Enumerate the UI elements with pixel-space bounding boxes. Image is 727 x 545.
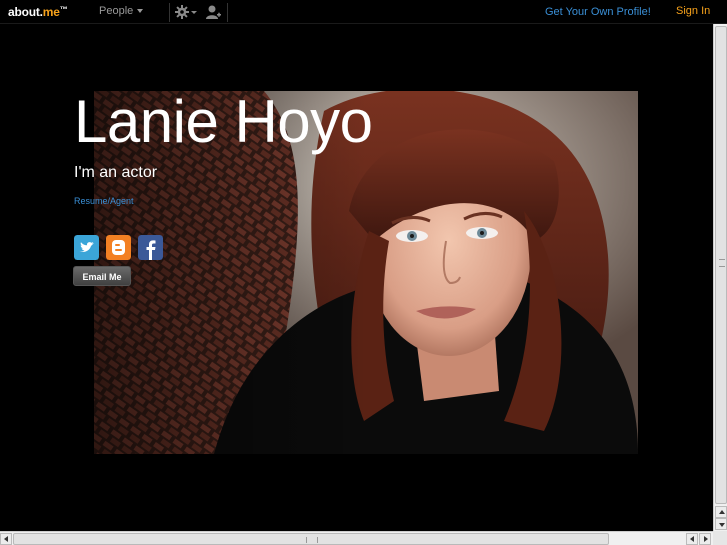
arrow-left-icon xyxy=(690,536,694,542)
scroll-left-button-secondary[interactable] xyxy=(686,533,698,545)
vertical-scrollbar[interactable] xyxy=(713,24,727,531)
vertical-scroll-thumb[interactable] xyxy=(715,26,727,504)
grip-icon xyxy=(719,259,725,267)
facebook-icon xyxy=(138,235,163,260)
blogger-button[interactable] xyxy=(106,235,131,260)
horizontal-scrollbar[interactable] xyxy=(0,531,713,545)
sign-in-link[interactable]: Sign In xyxy=(676,5,710,17)
grip-icon xyxy=(306,537,318,543)
divider xyxy=(169,3,170,22)
arrow-left-icon xyxy=(4,536,8,542)
profile-name: Lanie Hoyo xyxy=(74,88,373,155)
get-your-own-profile-link[interactable]: Get Your Own Profile! xyxy=(545,6,651,18)
scrollbar-corner xyxy=(713,531,727,545)
top-nav-bar: about.me™ People Get Your Own Profile! S… xyxy=(0,0,727,24)
blogger-icon xyxy=(106,235,131,260)
scroll-left-button[interactable] xyxy=(0,533,12,545)
logo-trademark: ™ xyxy=(59,5,68,14)
scroll-down-button[interactable] xyxy=(715,518,727,530)
arrow-up-icon xyxy=(719,510,725,514)
email-me-button[interactable]: Email Me xyxy=(73,266,131,286)
user-add-icon xyxy=(206,5,221,19)
horizontal-scroll-thumb[interactable] xyxy=(13,533,609,545)
scroll-right-button[interactable] xyxy=(699,533,711,545)
arrow-down-icon xyxy=(719,523,725,527)
settings-menu[interactable] xyxy=(174,4,198,20)
resume-agent-link[interactable]: Resume/Agent xyxy=(74,196,134,206)
arrow-right-icon xyxy=(704,536,708,542)
chevron-down-icon xyxy=(137,9,144,14)
scroll-up-button[interactable] xyxy=(715,506,727,518)
gear-icon xyxy=(175,5,197,19)
logo-text: about. xyxy=(8,5,43,19)
twitter-button[interactable] xyxy=(74,235,99,260)
about-me-logo[interactable]: about.me™ xyxy=(8,5,68,19)
facebook-button[interactable] xyxy=(138,235,163,260)
add-contact-button[interactable] xyxy=(204,3,222,21)
profile-headline: I'm an actor xyxy=(74,164,158,181)
people-menu-label: People xyxy=(99,5,134,17)
twitter-icon xyxy=(74,235,99,260)
divider xyxy=(227,3,228,22)
logo-accent: me xyxy=(42,5,60,19)
people-menu[interactable]: People xyxy=(99,5,144,17)
